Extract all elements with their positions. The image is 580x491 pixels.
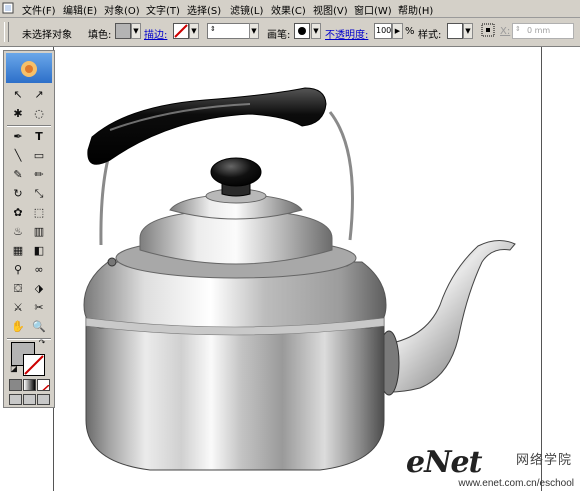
pencil-tool-icon[interactable]: ✏ <box>30 166 48 184</box>
lasso-tool-icon[interactable]: ◌ <box>30 105 48 123</box>
eyedropper-tool-icon[interactable]: ⚲ <box>9 261 27 279</box>
hand-tool-icon[interactable]: ✋ <box>9 318 27 336</box>
app-logo <box>6 53 52 83</box>
none-slash-icon <box>42 384 49 390</box>
kettle-wire-right <box>328 111 354 241</box>
full-screen-mode-icon[interactable] <box>37 394 50 405</box>
warp-tool-icon[interactable]: ✿ <box>9 204 27 222</box>
blend-tool-icon[interactable]: ∞ <box>30 261 48 279</box>
direct-selection-tool-icon[interactable]: ↗ <box>30 86 48 104</box>
stroke-none-icon <box>24 355 44 375</box>
symbol-sprayer-tool-icon[interactable]: ♨ <box>9 223 27 241</box>
enet-watermark: eNet 网络学院 www.enet.com.cn/eschool <box>406 445 574 489</box>
default-colors-icon[interactable]: ◪ <box>8 363 20 375</box>
toolbox-separator <box>7 125 51 127</box>
kettle-artwork[interactable] <box>0 0 580 491</box>
rectangle-tool-icon[interactable]: ▭ <box>30 147 48 165</box>
line-tool-icon[interactable]: ╲ <box>9 147 27 165</box>
kettle-lid-dome <box>139 211 333 265</box>
column-graph-tool-icon[interactable]: ▥ <box>30 223 48 241</box>
scissors-tool-icon[interactable]: ✂ <box>30 299 48 317</box>
none-mode-icon[interactable] <box>37 379 50 391</box>
rivet-left <box>107 257 117 267</box>
live-paint-bucket-tool-icon[interactable]: ⛋ <box>9 280 27 298</box>
type-tool-icon[interactable]: T <box>30 128 48 146</box>
watermark-site-cn: 网络学院 <box>515 453 572 468</box>
stroke-color-swatch[interactable] <box>23 354 45 376</box>
watermark-url: www.enet.com.cn/eschool <box>458 478 574 489</box>
magic-wand-tool-icon[interactable]: ✱ <box>9 105 27 123</box>
gradient-mode-icon[interactable] <box>23 379 36 391</box>
swap-colors-icon[interactable]: ↷ <box>36 337 48 349</box>
pen-tool-icon[interactable]: ✒ <box>9 128 27 146</box>
rotate-tool-icon[interactable]: ↻ <box>9 185 27 203</box>
selection-tool-icon[interactable]: ↖ <box>9 86 27 104</box>
mesh-tool-icon[interactable]: ▦ <box>9 242 27 260</box>
full-screen-menu-mode-icon[interactable] <box>23 394 36 405</box>
paintbrush-tool-icon[interactable]: ✎ <box>9 166 27 184</box>
color-mode-icon[interactable] <box>9 379 22 391</box>
scale-tool-icon[interactable]: ⤡ <box>30 185 48 203</box>
sunflower-logo-icon <box>21 61 37 77</box>
kettle-knob <box>210 157 262 187</box>
kettle-spout <box>379 240 516 393</box>
tools-panel: ↖ ↗ ✱ ◌ ✒ T ╲ ▭ ✎ ✏ ↻ ⤡ ✿ ⬚ ♨ ▥ ▦ ◧ ⚲ ∞ … <box>3 50 55 408</box>
gradient-tool-icon[interactable]: ◧ <box>30 242 48 260</box>
normal-screen-mode-icon[interactable] <box>9 394 22 405</box>
free-transform-tool-icon[interactable]: ⬚ <box>30 204 48 222</box>
watermark-brand: eNet <box>406 445 482 480</box>
zoom-tool-icon[interactable]: 🔍 <box>30 318 48 336</box>
live-paint-selection-tool-icon[interactable]: ⬗ <box>30 280 48 298</box>
slice-tool-icon[interactable]: ⚔ <box>9 299 27 317</box>
